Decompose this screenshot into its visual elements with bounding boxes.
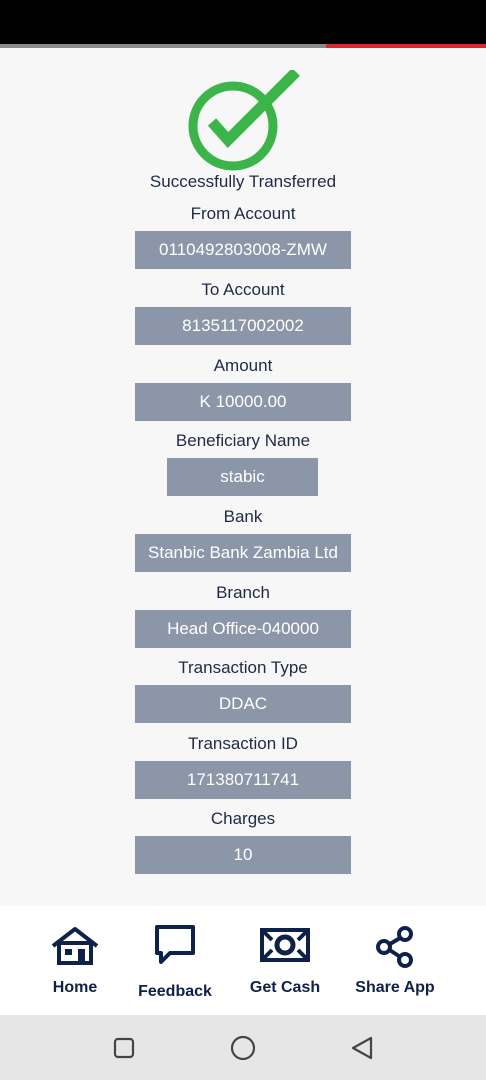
- from-account-value: 0110492803008-ZMW: [135, 231, 351, 269]
- transaction-id-label: Transaction ID: [188, 734, 298, 753]
- beneficiary-name-label: Beneficiary Name: [175, 431, 311, 450]
- share-icon: [376, 926, 413, 968]
- to-account-value: 8135117002002: [135, 307, 351, 345]
- nav-share-app-label: Share App: [355, 979, 435, 996]
- check-circle-icon: [188, 70, 300, 171]
- bottom-nav: Home Feedback Get Cash Share App: [0, 906, 486, 1015]
- transaction-type-value: DDAC: [135, 685, 351, 723]
- bank-label: Bank: [223, 507, 263, 526]
- nav-feedback-label: Feedback: [138, 983, 212, 1000]
- branch-label: Branch: [216, 583, 270, 602]
- home-circle-icon[interactable]: [230, 1035, 256, 1061]
- transaction-type-label: Transaction Type: [178, 658, 308, 677]
- chat-bubble-icon: [155, 925, 195, 964]
- nav-home-label: Home: [52, 979, 98, 996]
- nav-feedback[interactable]: Feedback: [128, 906, 222, 1015]
- nav-get-cash[interactable]: Get Cash: [238, 906, 332, 1015]
- back-triangle-icon[interactable]: [350, 1036, 374, 1060]
- from-account-label: From Account: [190, 204, 296, 223]
- charges-value: 10: [135, 836, 351, 874]
- recents-square-icon[interactable]: [113, 1037, 135, 1059]
- cash-note-icon: [260, 928, 310, 962]
- nav-share-app[interactable]: Share App: [348, 906, 442, 1015]
- home-icon: [51, 927, 99, 965]
- amount-label: Amount: [213, 356, 273, 375]
- charges-label: Charges: [210, 809, 276, 828]
- to-account-label: To Account: [201, 280, 285, 299]
- branch-value: Head Office-040000: [135, 610, 351, 648]
- nav-get-cash-label: Get Cash: [249, 979, 321, 996]
- transaction-id-value: 171380711741: [135, 761, 351, 799]
- transfer-receipt: Successfully Transferred From Account 01…: [0, 48, 486, 906]
- status-bar: [0, 0, 486, 44]
- system-nav-bar: [0, 1015, 486, 1080]
- nav-home[interactable]: Home: [28, 906, 122, 1015]
- beneficiary-name-value: stabic: [167, 458, 318, 496]
- bank-value: Stanbic Bank Zambia Ltd: [135, 534, 351, 572]
- amount-value: K 10000.00: [135, 383, 351, 421]
- success-message: Successfully Transferred: [149, 172, 337, 191]
